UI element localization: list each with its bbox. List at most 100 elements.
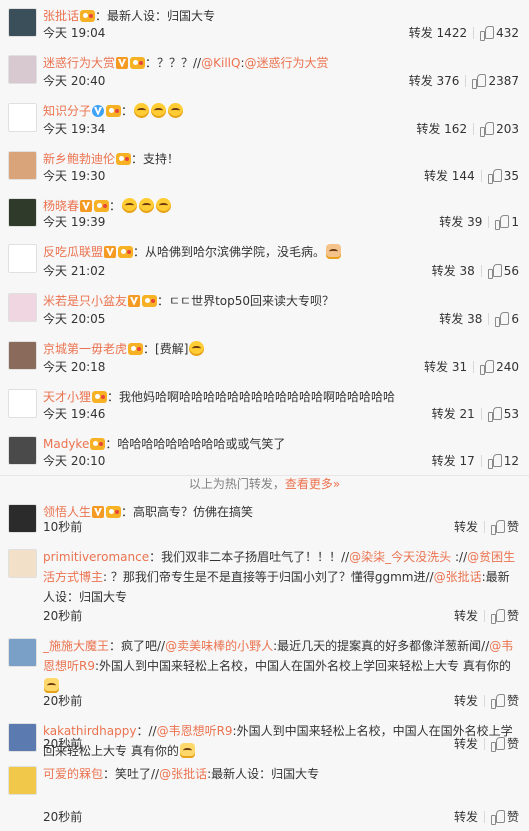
mention-link[interactable]: @卖美味棒的小野人 [165,639,273,653]
username-link[interactable]: 可爱的槑包 [43,767,103,781]
mention-link[interactable]: @韦恩想听R9 [43,639,513,673]
like-button[interactable]: 6 [495,309,519,329]
user-avatar[interactable] [8,389,37,418]
like-button[interactable]: 12 [487,451,519,471]
like-button[interactable]: 赞 [490,734,519,754]
username-link[interactable]: 杨晓春 [43,199,79,213]
user-avatar[interactable] [8,638,37,667]
timestamp: 10秒前 [43,520,83,534]
mention-link[interactable]: @张批话 [434,570,482,584]
like-button[interactable]: 53 [487,404,519,424]
repost-content: 知识分子 ： [43,101,519,121]
repost-meta: 今天 19:34 转发 162 203 [43,119,519,139]
face-emoji-icon [168,103,184,118]
repost-meta: 20秒前 转发 赞 [43,606,519,626]
verified-badge-icon [116,57,129,69]
user-avatar[interactable] [8,198,37,227]
user-avatar[interactable] [8,549,37,578]
like-button[interactable]: 432 [480,23,519,43]
level-badge-icon [80,10,96,22]
user-avatar[interactable] [8,341,37,370]
level-badge-icon [130,57,146,69]
user-avatar[interactable] [8,244,37,273]
user-avatar[interactable] [8,766,37,795]
repost-meta: 今天 19:39 转发 39 1 [43,212,519,232]
like-count: 12 [503,454,519,468]
repost-meta: 今天 19:04 转发 1422 432 [43,23,519,43]
verified-badge-icon [92,105,105,117]
recent-repost-item: _施施大魔王：疯了吧//@卖美味棒的小野人:最近几天的提案真的好多都像洋葱新闻/… [0,630,529,716]
username-link[interactable]: 米若是只小盆友 [43,294,127,308]
like-button[interactable]: 赞 [490,691,519,711]
thumbs-up-icon [490,609,505,624]
level-badge-icon [118,246,134,258]
timestamp: 今天 19:39 [43,215,106,229]
username-link[interactable]: primitiveromance [43,550,149,564]
thumbs-up-icon [480,360,495,375]
like-button[interactable]: 203 [480,119,519,139]
user-avatar[interactable] [8,436,37,465]
repost-button[interactable]: 转发 162 [416,119,467,139]
face-emoji-icon [134,103,150,118]
like-count: 432 [496,26,519,40]
like-count: 2387 [488,74,519,88]
repost-button[interactable]: 转发 38 [439,309,482,329]
thumbs-up-icon [495,215,510,230]
repost-content: primitiveromance：我们双非二本子扬眉吐气了！！！//@染柒_今天… [43,547,519,607]
mention-link[interactable]: @染柒_今天没洗头 [349,550,451,564]
like-button[interactable]: 2387 [472,71,519,91]
repost-content: 可爱的槑包：笑吐了//@张批话:最新人设：归国大专 [43,764,519,784]
repost-button[interactable]: 转发 1422 [409,23,467,43]
repost-button[interactable]: 转发 21 [432,404,475,424]
username-link[interactable]: 迷惑行为大赏 [43,56,115,70]
like-button[interactable]: 赞 [490,517,519,537]
mention-link[interactable]: @KillQ [201,56,240,70]
username-link[interactable]: 天才小狸 [43,390,91,404]
repost-button[interactable]: 转发 [454,606,478,626]
user-avatar[interactable] [8,504,37,533]
repost-text: ：最新人设：归国大专 [95,9,216,23]
level-badge-icon [106,105,122,117]
repost-button[interactable]: 转发 38 [432,261,475,281]
repost-button[interactable]: 转发 [454,734,478,754]
username-link[interactable]: 新乡鲍勃迪伦 [43,152,115,166]
like-button[interactable]: 赞 [490,807,519,827]
repost-meta: 10秒前 转发 赞 [43,517,519,537]
repost-button[interactable]: 转发 [454,691,478,711]
like-button[interactable]: 1 [495,212,519,232]
like-button[interactable]: 56 [487,261,519,281]
repost-text: ： [121,104,134,118]
level-badge-icon [94,200,110,212]
repost-button[interactable]: 转发 39 [439,212,482,232]
username-link[interactable]: Madyke [43,437,89,451]
see-more-link[interactable]: 查看更多» [285,477,340,491]
like-button[interactable]: 240 [480,357,519,377]
timestamp: 今天 20:05 [43,312,106,326]
user-avatar[interactable] [8,293,37,322]
like-button[interactable]: 35 [487,166,519,186]
username-link[interactable]: 京城第一毋老虎 [43,342,127,356]
like-button[interactable]: 赞 [490,606,519,626]
user-avatar[interactable] [8,723,37,752]
repost-button[interactable]: 转发 17 [432,451,475,471]
divider [480,170,482,182]
user-avatar[interactable] [8,8,37,37]
mention-link[interactable]: @迷惑行为大赏 [244,56,328,70]
username-link[interactable]: 反吃瓜联盟 [43,245,103,259]
repost-button[interactable]: 转发 31 [424,357,467,377]
divider [483,610,485,622]
repost-list: 张批话 ：最新人设：归国大专 今天 19:04 转发 1422 432 迷惑行为大赏 ：？？… [0,0,529,831]
username-link[interactable]: 知识分子 [43,104,91,118]
username-link[interactable]: 张批话 [43,9,79,23]
mention-link[interactable]: @张批话 [159,767,207,781]
repost-button[interactable]: 转发 [454,807,478,827]
username-link[interactable]: _施施大魔王 [43,639,109,653]
repost-text: ：哈哈哈哈哈哈哈哈哈或或气笑了 [105,437,286,451]
repost-actions: 转发 144 35 [424,166,519,186]
user-avatar[interactable] [8,55,37,84]
repost-button[interactable]: 转发 [454,517,478,537]
repost-button[interactable]: 转发 144 [424,166,475,186]
repost-button[interactable]: 转发 376 [409,71,460,91]
user-avatar[interactable] [8,103,37,132]
user-avatar[interactable] [8,151,37,180]
